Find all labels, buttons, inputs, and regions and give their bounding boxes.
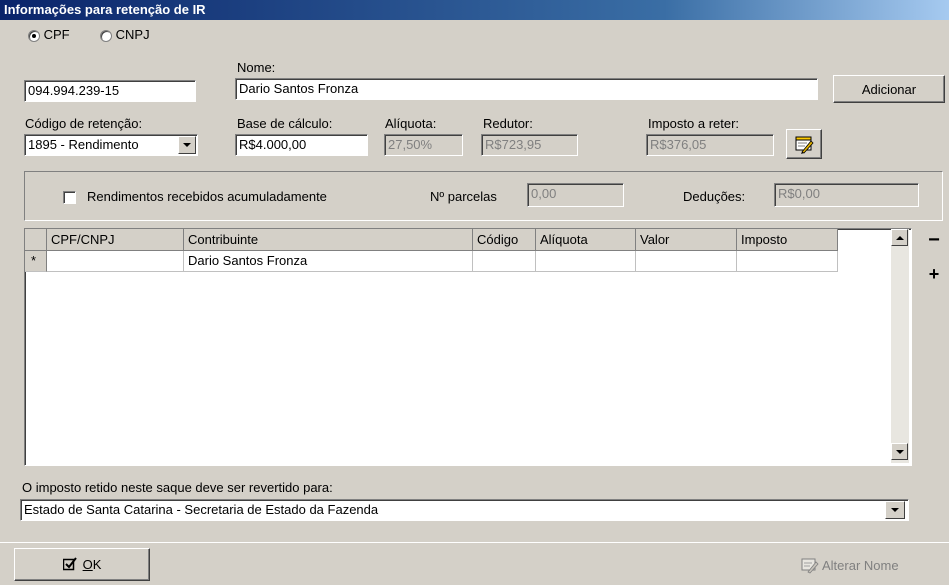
tax-calculator-button[interactable] (786, 129, 822, 159)
name-field[interactable]: Dario Santos Fronza (235, 78, 818, 100)
radio-cpf[interactable]: CPF (28, 27, 70, 43)
radio-cpf-circle[interactable] (28, 29, 40, 42)
retention-code-dropdown-button[interactable] (178, 136, 196, 154)
column-header-aliquota[interactable]: Alíquota (536, 229, 636, 251)
reducer-label: Redutor: (483, 116, 533, 131)
retention-table[interactable]: CPF/CNPJ Contribuinte Código Alíquota Va… (24, 228, 912, 466)
table-cell-cpf-cnpj[interactable] (47, 251, 184, 272)
radio-cnpj[interactable]: CNPJ (100, 27, 150, 43)
chevron-down-icon (183, 143, 191, 147)
radio-selected-dot (32, 33, 36, 38)
table-vertical-scrollbar[interactable] (891, 229, 909, 463)
rename-button: Alterar Nome (800, 556, 899, 574)
row-indicator-header (25, 229, 47, 251)
calc-base-label: Base de cálculo: (237, 116, 333, 131)
table-cell-contribuinte[interactable]: Dario Santos Fronza (184, 251, 473, 272)
window-title: Informações para retenção de IR (0, 0, 949, 20)
radio-cnpj-label: CNPJ (115, 27, 150, 42)
ok-button[interactable]: OK (14, 548, 150, 581)
remove-row-button[interactable]: − (926, 230, 942, 250)
revert-label: O imposto retido neste saque deve ser re… (22, 480, 333, 495)
deductions-label: Deduções: (683, 189, 746, 204)
rename-label: Alterar Nome (822, 558, 899, 573)
scroll-up-button[interactable] (891, 229, 908, 246)
rate-label: Alíquota: (385, 116, 437, 131)
revert-value: Estado de Santa Catarina - Secretaria de… (24, 502, 379, 517)
ok-label-rest: K (92, 557, 102, 572)
column-header-contribuinte[interactable]: Contribuinte (184, 229, 473, 251)
checkmark-icon (62, 557, 77, 571)
chevron-down-icon (895, 449, 904, 454)
name-label: Nome: (237, 60, 276, 75)
table-cell-aliquota[interactable] (536, 251, 636, 272)
cumulative-label: Rendimentos recebidos acumuladamente (87, 189, 327, 204)
column-header-valor[interactable]: Valor (636, 229, 737, 251)
rate-field: 27,50% (384, 134, 463, 156)
table-cell-codigo[interactable] (473, 251, 536, 272)
table-cell-imposto[interactable] (737, 251, 838, 272)
rename-icon (801, 558, 819, 574)
tax-label: Imposto a reter: (648, 116, 740, 131)
doc-number-field[interactable]: 094.994.239-15 (24, 80, 196, 102)
retention-code-value: 1895 - Rendimento (28, 137, 139, 152)
add-button[interactable]: Adicionar (833, 75, 945, 103)
installments-label: Nº parcelas (430, 189, 497, 204)
retention-code-select[interactable]: 1895 - Rendimento (24, 134, 198, 156)
edit-pencil-icon (795, 136, 814, 154)
ok-mnemonic: O (82, 557, 93, 572)
cumulative-checkbox[interactable] (63, 191, 76, 204)
chevron-down-icon (891, 508, 899, 512)
column-header-codigo[interactable]: Código (473, 229, 536, 251)
reducer-field: R$723,95 (481, 134, 578, 156)
radio-cpf-label: CPF (43, 27, 70, 42)
tax-field: R$376,05 (646, 134, 774, 156)
add-row-button[interactable]: + (926, 265, 942, 283)
scroll-down-button[interactable] (891, 443, 908, 460)
retention-code-label: Código de retenção: (25, 116, 143, 131)
column-header-cpf-cnpj[interactable]: CPF/CNPJ (47, 229, 184, 251)
radio-cnpj-circle[interactable] (100, 29, 112, 42)
column-header-imposto[interactable]: Imposto (737, 229, 838, 251)
new-row-marker: * (25, 251, 47, 272)
revert-dropdown-button[interactable] (885, 501, 905, 519)
table-cell-valor[interactable] (636, 251, 737, 272)
revert-select[interactable]: Estado de Santa Catarina - Secretaria de… (20, 499, 909, 521)
installments-field: 0,00 (527, 183, 624, 207)
deductions-field: R$0,00 (774, 183, 919, 207)
chevron-up-icon (895, 235, 904, 240)
calc-base-field[interactable]: R$4.000,00 (235, 134, 368, 156)
